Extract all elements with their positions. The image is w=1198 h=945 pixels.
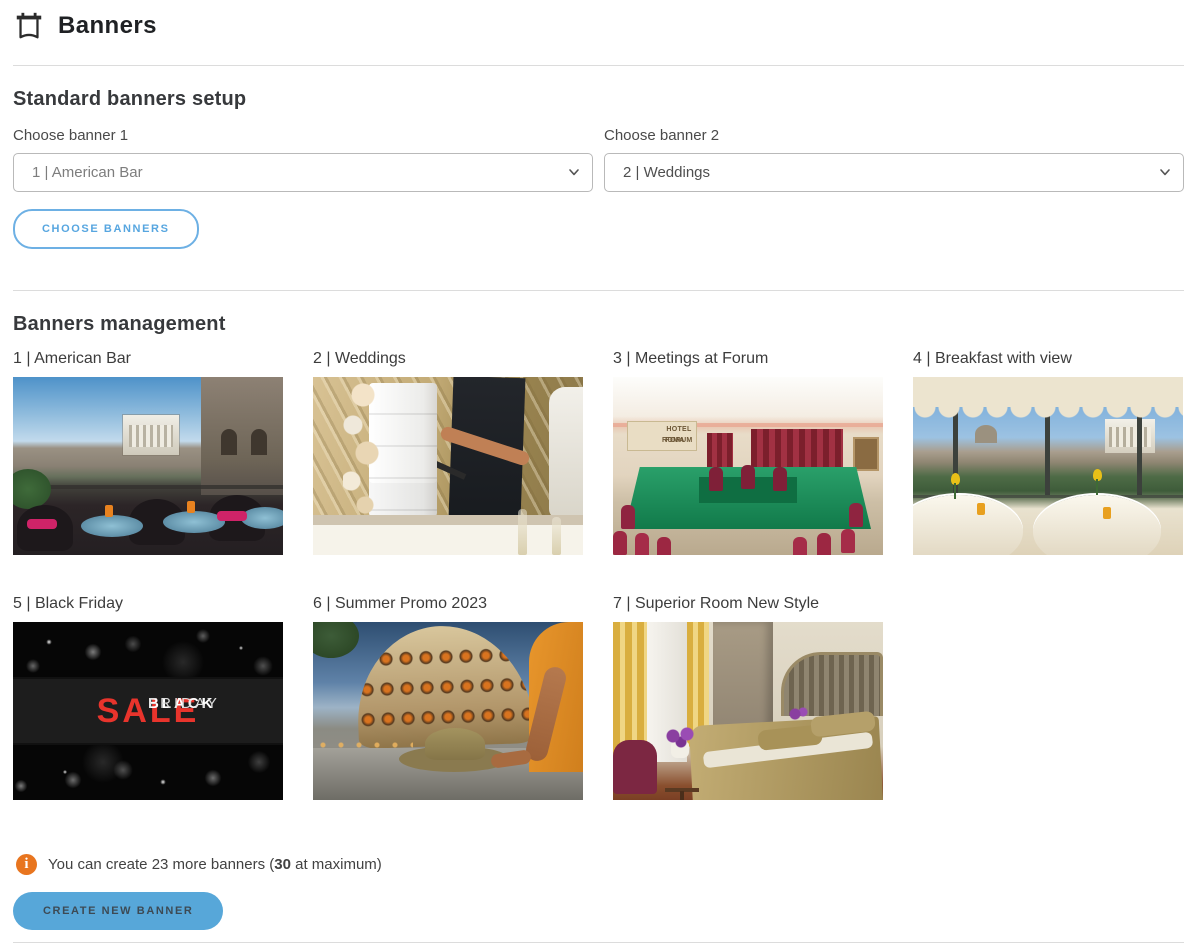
banner-label: 4 | Breakfast with view xyxy=(913,350,1183,368)
decor xyxy=(13,469,51,509)
banner-label: 2 | Weddings xyxy=(313,350,583,368)
choose-banner-2-field: Choose banner 2 2 | Weddings xyxy=(604,127,1184,192)
decor xyxy=(357,675,534,705)
decor xyxy=(356,645,533,675)
decor xyxy=(787,706,809,722)
choose-banner-1-label: Choose banner 1 xyxy=(13,127,593,144)
decor xyxy=(977,503,985,515)
decor xyxy=(251,429,267,455)
decor xyxy=(221,429,237,455)
info-icon: i xyxy=(16,854,37,875)
banner-label: 7 | Superior Room New Style xyxy=(613,595,883,613)
page-header: Banners xyxy=(13,6,1184,42)
banner-label: 3 | Meetings at Forum xyxy=(613,350,883,368)
decor xyxy=(187,501,195,513)
banner-1-select-wrap: 1 | American Bar xyxy=(13,153,593,192)
decor xyxy=(549,387,583,519)
black-friday-band: BLACK FRIDAY SALE xyxy=(13,679,283,743)
decor xyxy=(913,377,1183,407)
management-heading: Banners management xyxy=(13,313,1184,336)
create-new-banner-button[interactable]: CREATE NEW BANNER xyxy=(13,892,223,930)
page-title: Banners xyxy=(58,12,157,40)
banner-label: 6 | Summer Promo 2023 xyxy=(313,595,583,613)
decor xyxy=(699,477,797,503)
banner-label: 1 | American Bar xyxy=(13,350,283,368)
decor xyxy=(343,377,389,527)
decor xyxy=(913,495,1023,555)
decor xyxy=(81,515,143,537)
banner-thumbnail-breakfast[interactable] xyxy=(913,377,1183,555)
banner-1-select[interactable]: 1 | American Bar xyxy=(13,153,593,192)
banner-limit-text: You can create 23 more banners (30 at ma… xyxy=(48,856,382,873)
decor xyxy=(975,425,997,443)
decor xyxy=(123,415,179,455)
banner-2-select[interactable]: 2 | Weddings xyxy=(604,153,1184,192)
banner-choosers: Choose banner 1 1 | American Bar Choose … xyxy=(13,127,1184,192)
banner-cell-4: 4 | Breakfast with view xyxy=(913,350,1183,555)
decor xyxy=(13,485,283,489)
decor xyxy=(27,519,57,529)
decor xyxy=(201,377,283,495)
decor xyxy=(241,507,283,529)
decor xyxy=(613,531,627,555)
banners-management-section: Banners management 1 | American Bar 2 | … xyxy=(13,313,1184,930)
decor xyxy=(105,505,113,517)
banner-thumbnail-meetings[interactable]: HOTEL FORUMROMA xyxy=(613,377,883,555)
banner-limit-info: i You can create 23 more banners (30 at … xyxy=(13,854,1184,875)
banner-thumbnail-summer-promo[interactable] xyxy=(313,622,583,800)
banner-cell-6: 6 | Summer Promo 2023 xyxy=(313,595,583,800)
decor xyxy=(425,728,485,760)
banners-page: Banners Standard banners setup Choose ba… xyxy=(0,0,1198,943)
setup-heading: Standard banners setup xyxy=(13,88,1184,111)
banner-thumbnail-superior-room[interactable] xyxy=(613,622,883,800)
banner-label: 5 | Black Friday xyxy=(13,595,283,613)
banner-cell-3: 3 | Meetings at Forum HOTEL FORUMROMA xyxy=(613,350,883,555)
decor xyxy=(1033,495,1161,555)
banner-cell-2: 2 | Weddings xyxy=(313,350,583,555)
choose-banner-2-label: Choose banner 2 xyxy=(604,127,1184,144)
divider-bottom xyxy=(13,942,1184,943)
decor xyxy=(313,515,583,555)
decor xyxy=(313,622,359,658)
choose-banners-button[interactable]: CHOOSE BANNERS xyxy=(13,209,199,249)
decor xyxy=(552,517,561,555)
banner-cell-5: 5 | Black Friday BLACK FRIDAY SALE xyxy=(13,595,283,800)
banner-cell-1: 1 | American Bar xyxy=(13,350,283,555)
divider-middle xyxy=(13,290,1184,291)
decor xyxy=(613,740,657,794)
banner-icon xyxy=(13,10,45,42)
banner-grid: 1 | American Bar 2 | Weddings xyxy=(13,350,1184,800)
banner-thumbnail-weddings[interactable] xyxy=(313,377,583,555)
decor xyxy=(663,726,699,748)
standard-banners-setup-section: Standard banners setup Choose banner 1 1… xyxy=(13,88,1184,249)
decor xyxy=(217,511,247,521)
hotel-forum-sign: HOTEL FORUMROMA xyxy=(627,421,697,451)
decor xyxy=(665,788,699,792)
choose-banner-1-field: Choose banner 1 1 | American Bar xyxy=(13,127,593,192)
decor xyxy=(518,509,527,555)
decor xyxy=(163,511,225,533)
decor xyxy=(947,473,963,499)
banner-thumbnail-black-friday[interactable]: BLACK FRIDAY SALE xyxy=(13,622,283,800)
banner-2-select-wrap: 2 | Weddings xyxy=(604,153,1184,192)
divider-top xyxy=(13,65,1184,66)
banner-thumbnail-american-bar[interactable] xyxy=(13,377,283,555)
decor xyxy=(1105,419,1155,453)
decor xyxy=(1089,469,1105,495)
banner-cell-7: 7 | Superior Room New Style xyxy=(613,595,883,800)
decor xyxy=(853,437,879,471)
